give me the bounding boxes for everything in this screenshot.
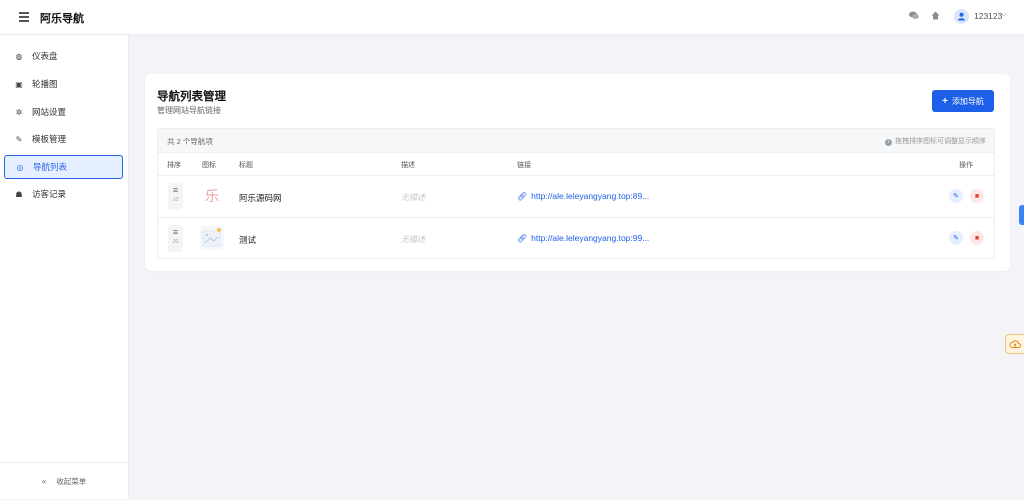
- brush-icon: ✎: [15, 134, 23, 144]
- link-icon: 🔗︎: [517, 234, 528, 243]
- cloud-icon[interactable]: [1005, 334, 1024, 354]
- dashboard-icon: ◍: [15, 51, 23, 61]
- edit-button[interactable]: ✎: [949, 189, 963, 203]
- col-sort: 排序: [167, 162, 181, 169]
- sidebar: ◍ 仪表盘 ▣ 轮播图 ✲ 网站设置 ✎ 模板管理 ◎ 导航列表 ☗ 访客记录 « 收起菜单: [0, 35, 129, 499]
- row-description: 无描述: [401, 235, 425, 244]
- drag-bars-icon: ≡: [172, 185, 179, 195]
- chevron-down-icon[interactable]: ⌵: [1001, 11, 1006, 19]
- trash-icon: ■: [974, 234, 980, 242]
- collapse-menu-label: 收起菜单: [56, 477, 87, 486]
- add-nav-label: 添加导航: [951, 96, 984, 106]
- brand-title: 阿乐导航: [40, 13, 84, 25]
- table-row: ≡ 20 测试 无描述 🔗︎ http://ale.leleyangyang.to…: [158, 218, 994, 258]
- sidebar-item-label: 仪表盘: [32, 51, 58, 61]
- drag-handle[interactable]: ≡ 10: [168, 183, 183, 210]
- sidebar-item-5[interactable]: ◎ 导航列表: [4, 155, 123, 179]
- users-icon: ☗: [15, 189, 23, 199]
- page-title: 导航列表管理: [157, 91, 226, 103]
- drag-hint-text: 拖拽排序图标可调整显示顺序: [895, 138, 986, 145]
- row-description: 无描述: [401, 193, 425, 202]
- user-avatar[interactable]: [954, 9, 969, 24]
- plus-icon: +: [942, 95, 948, 107]
- row-title: 阿乐源码网: [239, 193, 282, 203]
- sidebar-item-2[interactable]: ▣ 轮播图: [4, 72, 123, 96]
- pencil-icon: ✎: [953, 235, 959, 242]
- page-subtitle: 管理网站导航链接: [157, 106, 221, 115]
- drag-handle[interactable]: ≡ 20: [168, 225, 183, 252]
- col-link: 链接: [517, 162, 531, 169]
- row-link-text: http://ale.leleyangyang.top:99...: [531, 233, 650, 243]
- edit-button[interactable]: ✎: [949, 231, 963, 245]
- col-actions: 操作: [959, 162, 973, 169]
- sidebar-item-label: 轮播图: [32, 79, 58, 89]
- chat-icon[interactable]: [909, 11, 919, 22]
- col-title: 标题: [239, 162, 253, 169]
- nav-table: 共 2 个导航项 i 拖拽排序图标可调整显示顺序 排序 图标 标题 描述 链接 操…: [157, 128, 995, 259]
- pencil-icon: ✎: [953, 193, 959, 200]
- col-description: 描述: [401, 162, 415, 169]
- item-count: 共 2 个导航项: [167, 137, 213, 146]
- site-icon: [200, 226, 224, 250]
- nav-list-card: 导航列表管理 管理网站导航链接 + 添加导航 共 2 个导航项 i 拖拽排序图标可…: [145, 74, 1010, 271]
- table-header: 排序 图标 标题 描述 链接 操作: [158, 152, 994, 176]
- menu-toggle-icon[interactable]: [19, 12, 29, 22]
- delete-button[interactable]: ■: [970, 189, 984, 203]
- sidebar-item-label: 导航列表: [33, 162, 68, 172]
- link-icon: 🔗︎: [517, 192, 528, 201]
- delete-button[interactable]: ■: [970, 231, 984, 245]
- image-icon: ▣: [15, 79, 23, 89]
- sidebar-item-label: 访客记录: [32, 189, 67, 199]
- row-link-text: http://ale.leleyangyang.top:89...: [531, 191, 650, 201]
- site-icon: 乐: [200, 184, 224, 208]
- side-float-tab[interactable]: [1019, 205, 1024, 225]
- top-header: 阿乐导航 123123 ⌵: [0, 0, 1024, 35]
- double-chevron-left-icon: «: [41, 477, 47, 486]
- col-icon: 图标: [202, 162, 216, 169]
- home-icon[interactable]: [931, 11, 940, 22]
- drag-hint: i 拖拽排序图标可调整显示顺序: [885, 136, 986, 146]
- username[interactable]: 123123: [974, 11, 1002, 21]
- sort-order: 20: [172, 239, 179, 245]
- sidebar-item-1[interactable]: ◍ 仪表盘: [4, 44, 123, 68]
- gear-icon: ✲: [15, 107, 23, 117]
- table-toolbar: 共 2 个导航项 i 拖拽排序图标可调整显示顺序: [158, 129, 994, 152]
- sidebar-item-6[interactable]: ☗ 访客记录: [4, 182, 123, 206]
- row-link[interactable]: 🔗︎ http://ale.leleyangyang.top:99...: [517, 233, 649, 243]
- row-link[interactable]: 🔗︎ http://ale.leleyangyang.top:89...: [517, 191, 649, 201]
- collapse-menu-button[interactable]: « 收起菜单: [0, 462, 128, 500]
- site-icon-text: 乐: [205, 189, 219, 205]
- trash-icon: ■: [974, 192, 980, 200]
- info-icon: i: [885, 139, 892, 146]
- sidebar-item-4[interactable]: ✎ 模板管理: [4, 127, 123, 151]
- sidebar-item-label: 模板管理: [32, 134, 67, 144]
- drag-bars-icon: ≡: [172, 227, 179, 237]
- add-nav-button[interactable]: + 添加导航: [932, 90, 994, 112]
- compass-icon: ◎: [16, 162, 24, 172]
- sidebar-item-label: 网站设置: [32, 107, 67, 117]
- row-title: 测试: [239, 235, 257, 245]
- table-row: ≡ 10 乐 阿乐源码网 无描述 🔗︎ http://ale.leleyangya…: [158, 176, 994, 218]
- sidebar-item-3[interactable]: ✲ 网站设置: [4, 100, 123, 124]
- sort-order: 10: [172, 197, 179, 203]
